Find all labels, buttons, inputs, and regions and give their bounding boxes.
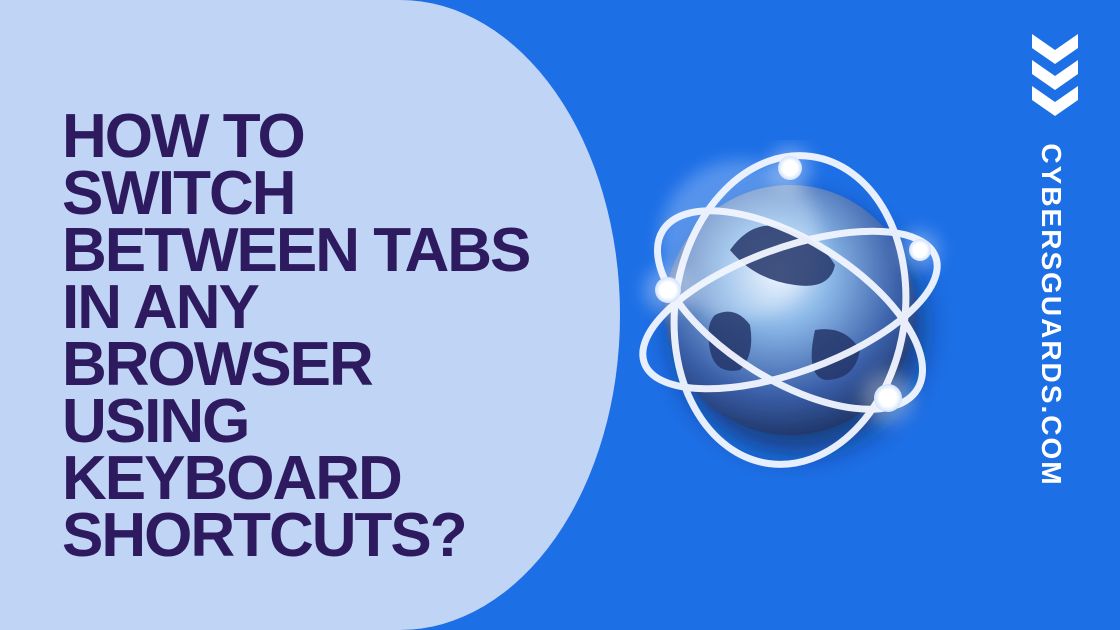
brand-sidebar: CYBERSGUARDS.COM xyxy=(1006,0,1096,630)
globe-network-icon xyxy=(620,140,960,480)
page-title: HOW TO SWITCH BETWEEN TABS IN ANY BROWSE… xyxy=(62,108,542,564)
brand-label: CYBERSGUARDS.COM xyxy=(1035,143,1067,486)
